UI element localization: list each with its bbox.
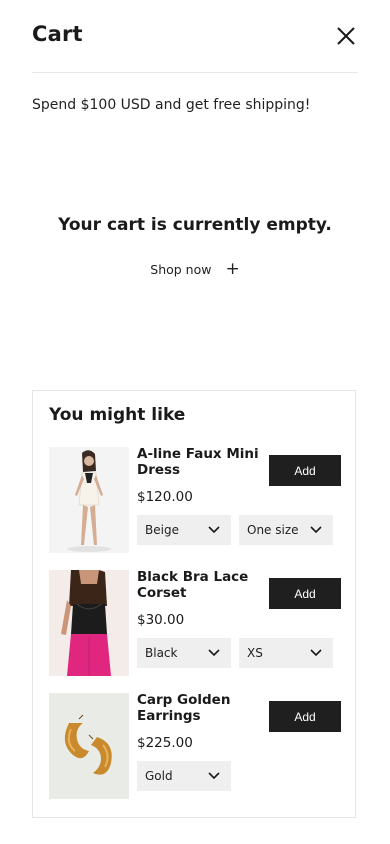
product-card: Black Bra Lace Corset $30.00 Add Black X… (49, 569, 341, 678)
product-image-corset[interactable] (49, 570, 129, 676)
chevron-down-icon (208, 772, 220, 780)
product-image-dress[interactable] (49, 447, 129, 553)
empty-cart-message: Your cart is currently empty. (58, 215, 332, 235)
product-card: Carp Golden Earrings $225.00 Add Gold (49, 692, 341, 801)
product-card: A-line Faux Mini Dress $120.00 Add Beige… (49, 446, 341, 555)
product-name[interactable]: A-line Faux Mini Dress (137, 446, 267, 478)
product-name[interactable]: Black Bra Lace Corset (137, 569, 267, 601)
cart-header: Cart (32, 20, 358, 73)
chevron-down-icon (310, 526, 322, 534)
chevron-down-icon (310, 649, 322, 657)
color-select-value: Gold (145, 769, 173, 783)
size-select[interactable]: One size (239, 515, 333, 545)
cart-title: Cart (32, 22, 83, 46)
recommendations-title: You might like (49, 405, 186, 425)
add-to-cart-button[interactable]: Add (269, 578, 341, 609)
free-shipping-message: Spend $100 USD and get free shipping! (32, 97, 311, 113)
product-image-earrings[interactable] (49, 693, 129, 799)
product-price: $30.00 (137, 612, 185, 628)
recommendations-panel: You might like A-line Faux Mini Dress $1… (32, 390, 356, 818)
shop-now-link[interactable]: Shop now + (0, 261, 390, 278)
color-select[interactable]: Gold (137, 761, 231, 791)
size-select-value: XS (247, 646, 263, 660)
add-to-cart-button[interactable]: Add (269, 701, 341, 732)
shop-now-label: Shop now (150, 262, 212, 277)
close-icon[interactable] (334, 24, 358, 48)
size-select[interactable]: XS (239, 638, 333, 668)
product-name[interactable]: Carp Golden Earrings (137, 692, 267, 724)
color-select-value: Black (145, 646, 178, 660)
add-to-cart-button[interactable]: Add (269, 455, 341, 486)
chevron-down-icon (208, 649, 220, 657)
size-select-value: One size (247, 523, 299, 537)
color-select[interactable]: Black (137, 638, 231, 668)
product-price: $225.00 (137, 735, 193, 751)
color-select[interactable]: Beige (137, 515, 231, 545)
color-select-value: Beige (145, 523, 179, 537)
plus-icon: + (225, 259, 240, 279)
product-price: $120.00 (137, 489, 193, 505)
chevron-down-icon (208, 526, 220, 534)
